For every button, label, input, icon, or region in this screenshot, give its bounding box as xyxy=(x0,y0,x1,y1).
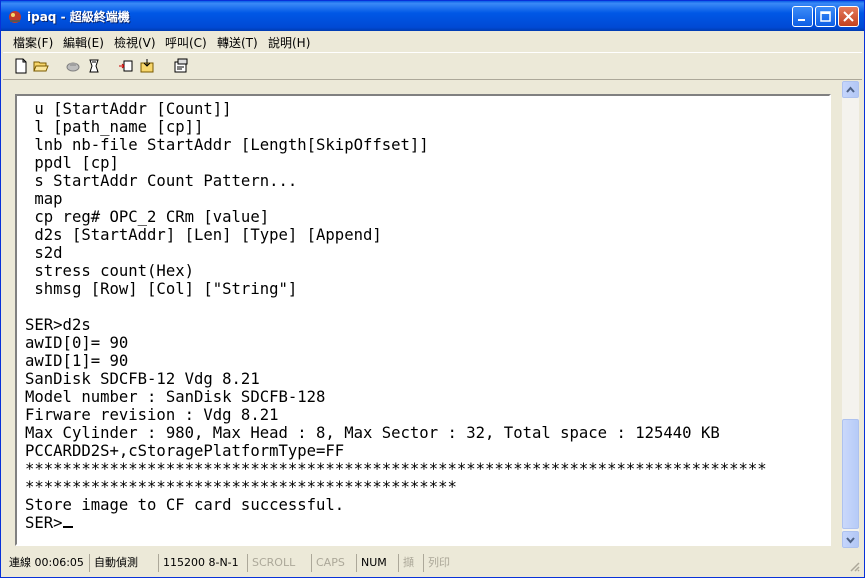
terminal-line: map xyxy=(25,190,63,208)
menu-view[interactable]: 檢視(V) xyxy=(114,34,156,51)
terminal-line: stress count(Hex) xyxy=(25,262,194,280)
terminal-line: l [path_name [cp]] xyxy=(25,118,204,136)
hyperterminal-app-icon xyxy=(9,11,21,23)
minimize-icon xyxy=(798,19,805,21)
status-bar: 連線 00:06:05 自動偵測 115200 8-N-1 SCROLL CAP… xyxy=(3,552,862,574)
terminal-line: u [StartAddr [Count]] xyxy=(25,100,232,118)
print-indicator: 列印 xyxy=(423,554,450,572)
scroll-up-button[interactable] xyxy=(842,81,859,98)
disconnect-icon[interactable] xyxy=(65,58,81,74)
minimize-button[interactable] xyxy=(792,6,813,27)
close-icon xyxy=(843,11,854,22)
scroll-down-button[interactable] xyxy=(842,531,859,548)
text-cursor xyxy=(62,526,73,528)
terminal-line: lnb nb-file StartAddr [Length[SkipOffset… xyxy=(25,136,429,154)
toolbar xyxy=(3,52,862,80)
menu-help[interactable]: 說明(H) xyxy=(268,34,310,51)
resize-grip-icon[interactable] xyxy=(848,560,860,572)
chevron-up-icon xyxy=(846,86,855,93)
menu-edit[interactable]: 編輯(E) xyxy=(63,34,104,51)
maximize-button[interactable] xyxy=(815,6,836,27)
terminal-line: Firware revision : Vdg 8.21 xyxy=(25,406,279,424)
connect-icon[interactable] xyxy=(86,58,102,74)
title-bar[interactable]: ipaq - 超級終端機 xyxy=(1,1,864,31)
open-icon[interactable] xyxy=(33,58,49,74)
terminal-line: cp reg# OPC_2 CRm [value] xyxy=(25,208,270,226)
terminal-area: u [StartAddr [Count]] l [path_name [cp]]… xyxy=(5,81,840,548)
detect-mode: 自動偵測 xyxy=(89,554,138,572)
terminal-line: Store image to CF card successful. xyxy=(25,496,345,514)
hyperterminal-window: ipaq - 超級終端機 檔案(F) 編輯(E) 檢視(V) 呼叫(C) 轉送(… xyxy=(0,0,865,578)
terminal-line: awID[1]= 90 xyxy=(25,352,129,370)
terminal-line: SanDisk SDCFB-12 Vdg 8.21 xyxy=(25,370,260,388)
terminal-prompt-line: SER> xyxy=(25,514,73,532)
connection-timer: 連線 00:06:05 xyxy=(9,556,84,569)
menu-call[interactable]: 呼叫(C) xyxy=(165,34,207,51)
terminal-line: awID[0]= 90 xyxy=(25,334,129,352)
new-icon[interactable] xyxy=(13,58,29,74)
capture-indicator: 擷 xyxy=(398,554,414,572)
terminal-line: Max Cylinder : 980, Max Head : 8, Max Se… xyxy=(25,424,720,442)
terminal-line: s StartAddr Count Pattern... xyxy=(25,172,298,190)
chevron-down-icon xyxy=(846,537,855,544)
terminal-prompt: SER> xyxy=(25,514,63,532)
terminal-screen[interactable]: u [StartAddr [Count]] l [path_name [cp]]… xyxy=(15,94,831,546)
terminal-line: shmsg [Row] [Col] ["String"] xyxy=(25,280,298,298)
port-settings: 115200 8-N-1 xyxy=(158,554,239,572)
window-title: ipaq - 超級終端機 xyxy=(27,10,130,24)
vertical-scrollbar[interactable] xyxy=(842,81,859,548)
scroll-thumb[interactable] xyxy=(842,419,859,529)
terminal-line: PCCARDD2S+,cStoragePlatformType=FF xyxy=(25,442,345,460)
terminal-line: SER>d2s xyxy=(25,316,91,334)
terminal-line: ppdl [cp] xyxy=(25,154,119,172)
terminal-line: ****************************************… xyxy=(25,478,457,496)
num-indicator: NUM xyxy=(356,554,387,572)
maximize-icon xyxy=(820,11,831,22)
send-icon[interactable] xyxy=(118,58,134,74)
menu-bar: 檔案(F) 編輯(E) 檢視(V) 呼叫(C) 轉送(T) 說明(H) xyxy=(3,31,862,51)
scroll-indicator: SCROLL xyxy=(247,554,295,572)
terminal-line: s2d xyxy=(25,244,63,262)
close-button[interactable] xyxy=(838,6,859,27)
properties-icon[interactable] xyxy=(173,58,189,74)
caps-indicator: CAPS xyxy=(311,554,345,572)
terminal-line: d2s [StartAddr] [Len] [Type] [Append] xyxy=(25,226,382,244)
menu-transfer[interactable]: 轉送(T) xyxy=(217,34,258,51)
terminal-line: Model number : SanDisk SDCFB-128 xyxy=(25,388,326,406)
terminal-line: ****************************************… xyxy=(25,460,767,478)
receive-icon[interactable] xyxy=(139,58,155,74)
menu-file[interactable]: 檔案(F) xyxy=(13,34,53,51)
